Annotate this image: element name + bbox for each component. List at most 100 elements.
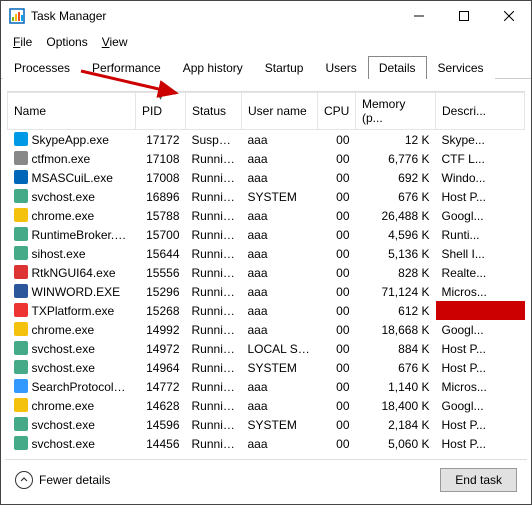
col-user[interactable]: User name [242,93,318,130]
cell-name: svchost.exe [32,190,95,204]
table-row[interactable]: SkypeApp.exe17172Suspe...aaa0012 KSkype.… [8,130,525,150]
close-button[interactable] [486,1,531,31]
cell-pid: 14964 [136,358,186,377]
cell-mem: 18,668 K [356,320,436,339]
cell-name: RuntimeBroker.exe [32,228,134,242]
col-cpu[interactable]: CPU [318,93,356,130]
table-row[interactable]: chrome.exe14992Runningaaa0018,668 KGoogl… [8,320,525,339]
cell-name: WINWORD.EXE [32,285,121,299]
tab-details[interactable]: Details [368,56,427,79]
cell-status: Running [186,301,242,320]
menubar: File Options View [1,31,531,55]
minimize-button[interactable] [396,1,441,31]
col-pid[interactable]: ▾PID [136,93,186,130]
table-row[interactable]: chrome.exe15788Runningaaa0026,488 KGoogl… [8,206,525,225]
table-row[interactable]: WINWORD.EXE15296Runningaaa0071,124 KMicr… [8,282,525,301]
tab-processes[interactable]: Processes [3,56,81,79]
table-row[interactable]: svchost.exe14964RunningSYSTEM00676 KHost… [8,358,525,377]
cell-user: aaa [242,244,318,263]
maximize-button[interactable] [441,1,486,31]
cell-user: aaa [242,320,318,339]
tab-services[interactable]: Services [427,56,495,79]
cell-user: aaa [242,225,318,244]
cell-status: Running [186,206,242,225]
table-row[interactable]: ctfmon.exe17108Runningaaa006,776 KCTF L.… [8,149,525,168]
cell-cpu: 00 [318,415,356,434]
window-title: Task Manager [31,9,106,23]
cell-cpu: 00 [318,320,356,339]
titlebar: Task Manager [1,1,531,31]
menu-view[interactable]: View [96,33,134,51]
cell-user: aaa [242,282,318,301]
tab-performance[interactable]: Performance [81,56,172,79]
app-icon [9,8,25,24]
cell-name: chrome.exe [32,209,95,223]
cell-cpu: 00 [318,149,356,168]
cell-name: svchost.exe [32,342,95,356]
tab-startup[interactable]: Startup [254,56,315,79]
cell-pid: 14972 [136,339,186,358]
chevron-up-icon [15,471,33,489]
fewer-details-label: Fewer details [39,473,110,487]
table-row[interactable]: svchost.exe14456Runningaaa005,060 KHost … [8,434,525,453]
process-icon [14,151,28,165]
cell-pid: 15556 [136,263,186,282]
cell-user: aaa [242,396,318,415]
cell-name: svchost.exe [32,437,95,451]
table-row[interactable]: MSASCuiL.exe17008Runningaaa00692 KWindo.… [8,168,525,187]
cell-name: svchost.exe [32,361,95,375]
col-mem[interactable]: Memory (p... [356,93,436,130]
tabstrip: ProcessesPerformanceApp historyStartupUs… [1,55,531,79]
cell-desc: Host P... [436,187,525,206]
cell-pid: 14992 [136,320,186,339]
cell-name: sihost.exe [32,247,86,261]
cell-mem: 18,400 K [356,396,436,415]
table-row[interactable]: svchost.exe16896RunningSYSTEM00676 KHost… [8,187,525,206]
process-icon [14,379,28,393]
cell-pid: 14628 [136,396,186,415]
cell-mem: 676 K [356,358,436,377]
cell-pid: 17172 [136,130,186,150]
task-manager-window: Task Manager File Options View Processes… [0,0,532,505]
end-task-button[interactable]: End task [440,468,517,492]
cell-name: chrome.exe [32,399,95,413]
menu-file[interactable]: File [7,33,38,51]
process-icon [14,227,28,241]
cell-name: svchost.exe [32,418,95,432]
tab-users[interactable]: Users [314,56,367,79]
table-row[interactable]: chrome.exe14628Runningaaa0018,400 KGoogl… [8,396,525,415]
cell-user: aaa [242,263,318,282]
cell-status: Running [186,396,242,415]
cell-pid: 17008 [136,168,186,187]
table-row[interactable]: RuntimeBroker.exe15700Runningaaa004,596 … [8,225,525,244]
cell-mem: 884 K [356,339,436,358]
cell-status: Running [186,168,242,187]
table-row[interactable]: SearchProtocolHos...14772Runningaaa001,1… [8,377,525,396]
col-status[interactable]: Status [186,93,242,130]
footer: Fewer details End task [5,459,527,500]
cell-cpu: 00 [318,434,356,453]
menu-options[interactable]: Options [40,33,93,51]
cell-user: aaa [242,206,318,225]
cell-desc: Windo... [436,168,525,187]
table-row[interactable]: svchost.exe14972RunningLOCAL SE...00884 … [8,339,525,358]
table-row[interactable]: TXPlatform.exe15268Runningaaa00612 K████… [8,301,525,320]
col-name[interactable]: Name [8,93,136,130]
fewer-details-button[interactable]: Fewer details [15,471,110,489]
cell-desc: █████ [436,301,525,320]
cell-user: SYSTEM [242,415,318,434]
cell-status: Running [186,320,242,339]
cell-pid: 14456 [136,434,186,453]
table-row[interactable]: svchost.exe14596RunningSYSTEM002,184 KHo… [8,415,525,434]
col-desc[interactable]: Descri... [436,93,525,130]
cell-desc: Googl... [436,320,525,339]
cell-status: Running [186,244,242,263]
table-row[interactable]: sihost.exe15644Runningaaa005,136 KShell … [8,244,525,263]
process-icon [14,189,28,203]
cell-cpu: 00 [318,396,356,415]
table-row[interactable]: RtkNGUI64.exe15556Runningaaa00828 KRealt… [8,263,525,282]
cell-cpu: 00 [318,168,356,187]
cell-desc: CTF L... [436,149,525,168]
tab-app-history[interactable]: App history [172,56,254,79]
cell-cpu: 00 [318,377,356,396]
